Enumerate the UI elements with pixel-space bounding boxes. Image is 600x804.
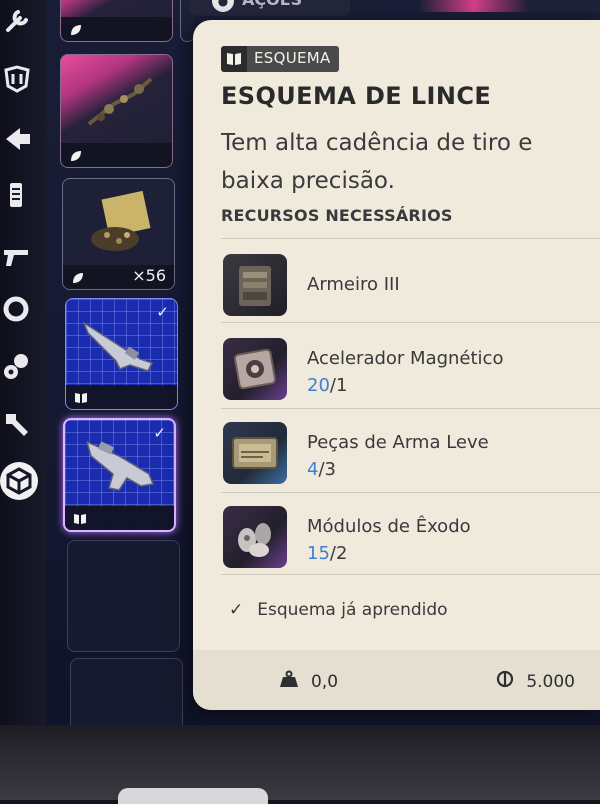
smg-blueprint-icon: [85, 440, 155, 491]
type-badge: ESQUEMA: [221, 46, 339, 72]
divider: [221, 492, 600, 493]
card-footer: 0,0 5.000: [193, 650, 600, 710]
hammer-icon[interactable]: [0, 406, 34, 440]
resource-name: Acelerador Magnético: [307, 348, 504, 369]
armor-icon[interactable]: [0, 62, 34, 96]
weight-info: 0,0: [279, 670, 338, 693]
divider: [221, 574, 600, 575]
magnetic-accelerator-icon: [223, 338, 287, 400]
battery-icon[interactable]: [0, 178, 34, 212]
actions-icon: ●: [212, 0, 234, 12]
monitor-bezel: [0, 725, 600, 800]
inventory-slot[interactable]: [60, 54, 173, 168]
divider: [221, 322, 600, 323]
leaf-icon: [69, 22, 83, 36]
price-value: 5.000: [526, 671, 575, 692]
resource-name: Peças de Arma Leve: [307, 432, 489, 453]
resource-quantity: 4/3: [307, 459, 336, 480]
inventory-slot-empty[interactable]: [67, 540, 180, 652]
coin-icon: [496, 670, 514, 693]
inventory-slot[interactable]: [60, 0, 173, 42]
leaf-icon: [71, 270, 85, 284]
resources-header: RECURSOS NECESSÁRIOS: [221, 206, 453, 225]
divider: [221, 408, 600, 409]
workbench-icon: [223, 254, 287, 316]
resource-row: Peças de Arma Leve 4/3: [221, 410, 600, 492]
light-gun-parts-icon: [223, 422, 287, 484]
learned-text: Esquema já aprendido: [257, 600, 448, 620]
tab-acoes[interactable]: ● AÇÕES: [190, 0, 350, 16]
weight-icon: [279, 670, 299, 693]
leaf-icon: [69, 148, 83, 162]
item-tooltip-card: ESQUEMA ESQUEMA DE LINCE Tem alta cadênc…: [193, 20, 600, 710]
ring-icon[interactable]: [0, 292, 34, 326]
arrow-icon[interactable]: [0, 122, 34, 156]
inventory-slot[interactable]: ×56: [62, 178, 175, 290]
weight-value: 0,0: [311, 671, 339, 692]
resource-row: Módulos de Êxodo 15/2: [221, 494, 600, 576]
inventory-slot-blueprint-selected[interactable]: ✓: [63, 418, 176, 532]
plant-item-icon: [87, 77, 153, 126]
game-screen: ×56 ✓ ✓ ● AÇÕES ESQUEMA ESQUEMA D: [0, 0, 600, 728]
resource-row: Acelerador Magnético 20/1: [221, 326, 600, 408]
book-icon: [74, 390, 88, 404]
inventory-slot-empty[interactable]: [70, 658, 183, 728]
book-icon: [221, 46, 247, 72]
item-title: ESQUEMA DE LINCE: [221, 82, 492, 110]
tool-icon[interactable]: [0, 350, 34, 384]
side-rail: [0, 0, 46, 728]
learned-status: ✓ Esquema já aprendido: [229, 600, 448, 620]
resource-quantity: 15/2: [307, 543, 348, 564]
item-description: Tem alta cadência de tiro e baixa precis…: [221, 130, 533, 194]
top-strip: [420, 0, 600, 12]
exodus-modules-icon: [223, 506, 287, 568]
type-label: ESQUEMA: [247, 46, 339, 72]
resource-name: Módulos de Êxodo: [307, 516, 471, 537]
book-icon: [73, 511, 87, 525]
check-icon: ✓: [229, 600, 244, 620]
resource-name: Armeiro III: [307, 274, 400, 295]
stack-count: ×56: [132, 266, 166, 285]
gun-icon[interactable]: [0, 238, 34, 272]
price-info: 5.000: [496, 670, 575, 693]
cube-icon[interactable]: [0, 462, 38, 500]
resource-row: Armeiro III: [221, 242, 600, 324]
divider: [221, 238, 600, 239]
inventory-slot-blueprint[interactable]: ✓: [65, 298, 178, 410]
wrench-icon[interactable]: [0, 4, 34, 38]
seed-bag-item-icon: [91, 190, 151, 251]
resource-quantity: 20/1: [307, 375, 348, 396]
monitor-stand: [118, 788, 268, 804]
rifle-blueprint-icon: [82, 321, 154, 372]
